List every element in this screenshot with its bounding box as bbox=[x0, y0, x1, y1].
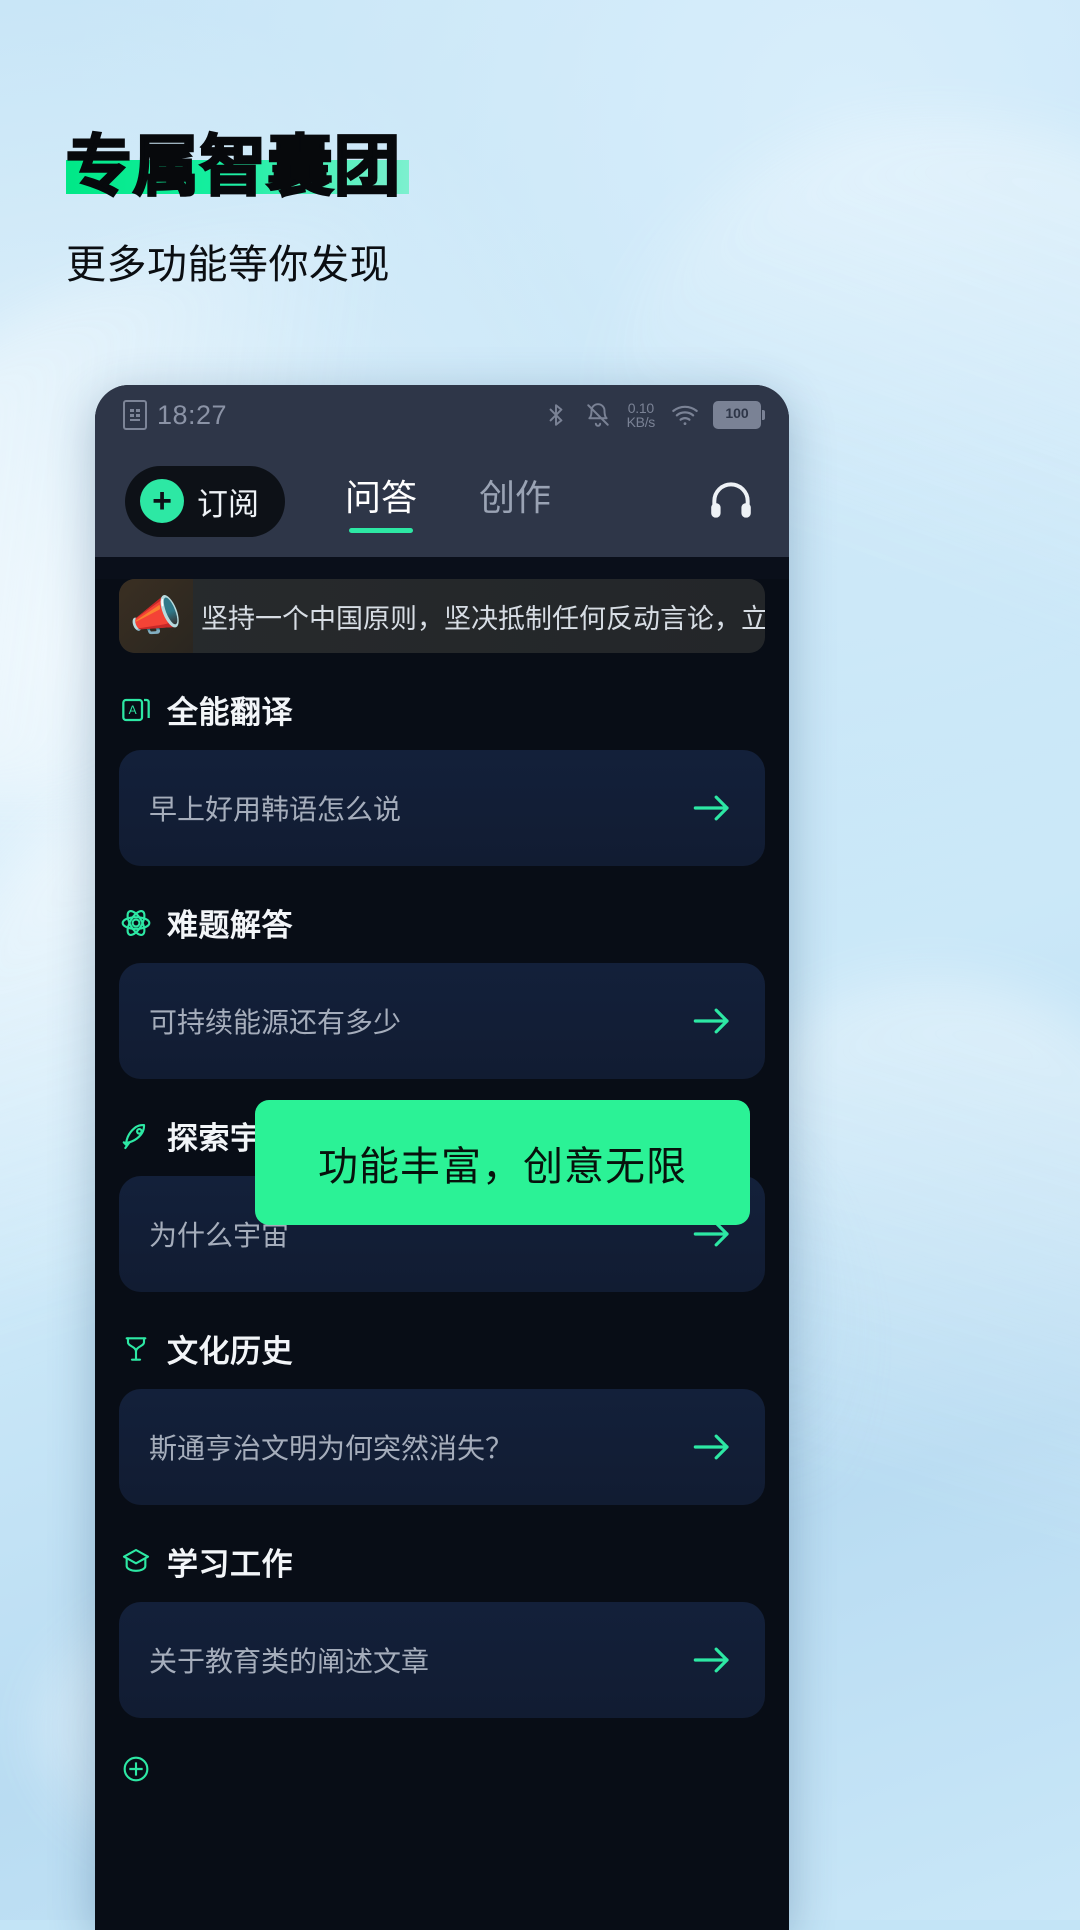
translate-icon: A bbox=[119, 693, 153, 727]
arrow-right-icon[interactable] bbox=[689, 785, 735, 831]
section-title: 难题解答 bbox=[167, 908, 293, 943]
subscribe-button[interactable]: + 订阅 bbox=[125, 465, 285, 537]
atom-icon bbox=[119, 906, 153, 940]
section-next-partial bbox=[119, 1752, 765, 1786]
arrow-right-icon[interactable] bbox=[689, 1424, 735, 1470]
status-bar-right: 0.10 KB/s 100 bbox=[543, 401, 765, 430]
promo-tooltip: 功能丰富，创意无限 bbox=[255, 1100, 750, 1225]
section-header bbox=[119, 1752, 765, 1786]
sim-card-icon bbox=[123, 400, 147, 430]
suggestion-card[interactable]: 可持续能源还有多少 bbox=[119, 963, 765, 1079]
section-title: 学习工作 bbox=[167, 1547, 293, 1582]
suggestion-text: 斯通亨治文明为何突然消失？ bbox=[149, 1433, 514, 1464]
svg-text:A: A bbox=[129, 703, 137, 717]
bell-muted-icon bbox=[585, 401, 611, 429]
announcement-text: 坚持一个中国原则，坚决抵制任何反动言论，立志建 bbox=[201, 603, 765, 634]
section-title: 文化历史 bbox=[167, 1334, 293, 1369]
section-study-work: 学习工作 关于教育类的阐述文章 bbox=[119, 1539, 765, 1718]
battery-level: 100 bbox=[715, 403, 759, 427]
section-culture-history: 文化历史 斯通亨治文明为何突然消失？ bbox=[119, 1326, 765, 1505]
section-header: 难题解答 bbox=[119, 900, 765, 945]
section-problem-solving: 难题解答 可持续能源还有多少 bbox=[119, 900, 765, 1079]
suggestion-card[interactable]: 斯通亨治文明为何突然消失？ bbox=[119, 1389, 765, 1505]
app-nav-bar: + 订阅 问答 创作 bbox=[95, 445, 789, 557]
graduation-icon bbox=[119, 1545, 153, 1579]
arrow-right-icon[interactable] bbox=[689, 1637, 735, 1683]
partial-section-icon bbox=[119, 1752, 153, 1786]
megaphone-icon: 📣 bbox=[119, 579, 193, 653]
status-bar: 18:27 0.10 KB/s 100 bbox=[95, 385, 789, 445]
suggestion-card[interactable]: 关于教育类的阐述文章 bbox=[119, 1602, 765, 1718]
battery-indicator: 100 bbox=[713, 401, 765, 429]
status-bar-left: 18:27 bbox=[123, 400, 227, 431]
suggestion-text: 可持续能源还有多少 bbox=[149, 1007, 402, 1038]
bluetooth-icon bbox=[543, 401, 569, 429]
rocket-icon bbox=[119, 1119, 153, 1153]
network-speed: 0.10 KB/s bbox=[626, 401, 656, 430]
subscribe-label: 订阅 bbox=[197, 486, 259, 522]
network-speed-unit: KB/s bbox=[626, 414, 656, 430]
promo-title-wrap: 专属智囊团 bbox=[65, 128, 409, 205]
wifi-icon bbox=[671, 401, 698, 429]
tab-qa[interactable]: 问答 bbox=[345, 469, 417, 533]
plus-icon: + bbox=[140, 479, 184, 523]
suggestion-text: 关于教育类的阐述文章 bbox=[149, 1646, 430, 1677]
announcement-banner[interactable]: 📣 坚持一个中国原则，坚决抵制任何反动言论，立志建 bbox=[119, 579, 765, 653]
vase-icon bbox=[119, 1332, 153, 1366]
section-translate: A 全能翻译 早上好用韩语怎么说 bbox=[119, 687, 765, 866]
section-header: 文化历史 bbox=[119, 1326, 765, 1371]
status-bar-time: 18:27 bbox=[157, 399, 228, 430]
promo-subtitle: 更多功能等你发现 bbox=[66, 242, 390, 287]
suggestion-card[interactable]: 早上好用韩语怎么说 bbox=[119, 750, 765, 866]
promo-title: 专属智囊团 bbox=[65, 128, 402, 205]
nav-tabs: 问答 创作 bbox=[345, 469, 551, 533]
promo-headline-block: 专属智囊团 更多功能等你发现 bbox=[65, 128, 409, 290]
arrow-right-icon[interactable] bbox=[689, 998, 735, 1044]
section-header: 学习工作 bbox=[119, 1539, 765, 1584]
section-header: A 全能翻译 bbox=[119, 687, 765, 732]
tab-create[interactable]: 创作 bbox=[479, 469, 551, 533]
suggestion-text: 早上好用韩语怎么说 bbox=[149, 794, 402, 825]
section-title: 全能翻译 bbox=[167, 695, 293, 730]
app-content: 📣 坚持一个中国原则，坚决抵制任何反动言论，立志建 A 全能翻译 早上好用韩语怎… bbox=[95, 579, 789, 1930]
headset-icon[interactable] bbox=[703, 473, 759, 529]
